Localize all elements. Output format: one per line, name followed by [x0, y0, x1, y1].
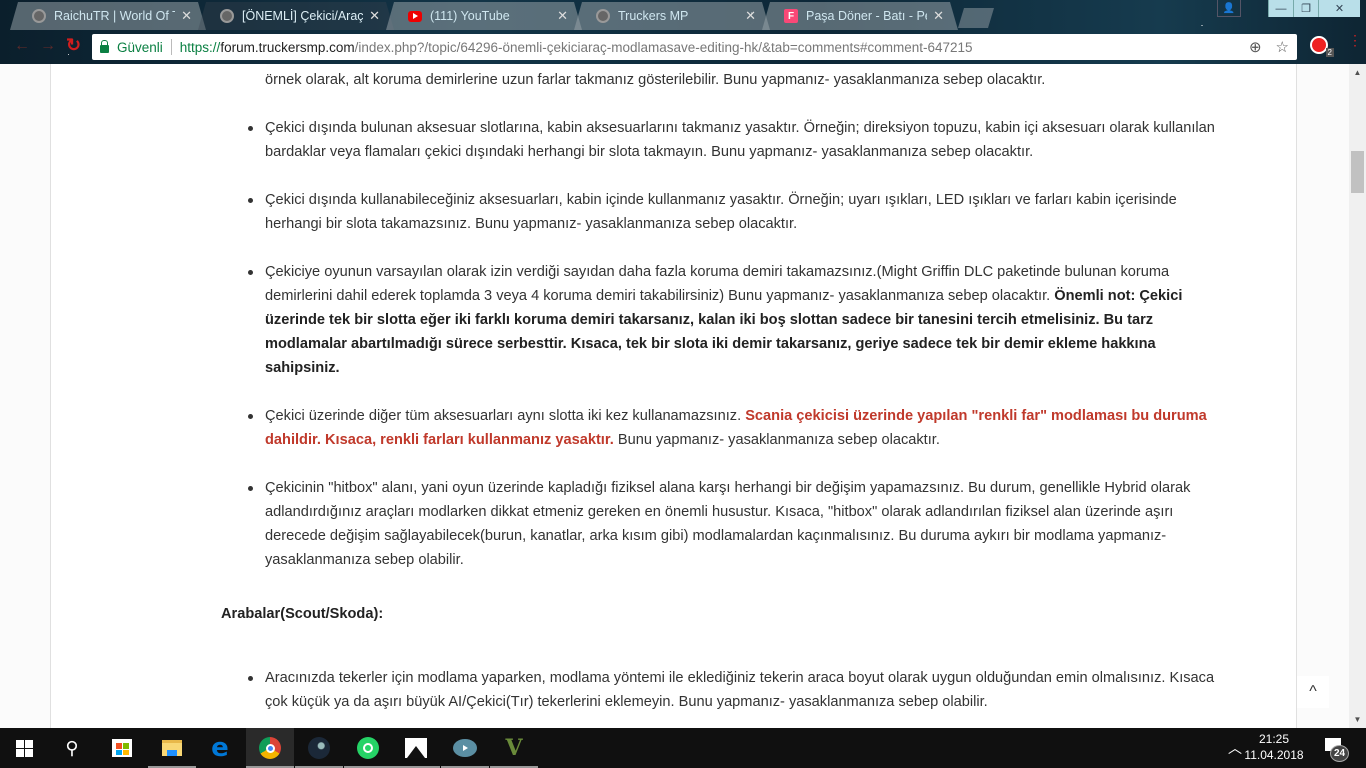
extension-badge: 2: [1325, 48, 1334, 57]
taskbar-whatsapp[interactable]: [344, 728, 392, 768]
taskbar-photos[interactable]: [392, 728, 440, 768]
taskbar-steam[interactable]: [295, 728, 343, 768]
tab-title: RaichuTR | World Of Truc: [54, 9, 169, 23]
tab-truckers-mp[interactable]: Truckers MP ✕: [574, 2, 770, 30]
url-host: forum.truckersmp.com: [220, 39, 355, 55]
gta-v-icon: V: [505, 735, 523, 761]
partial-text: örnek olarak, alt koruma demirlerine uzu…: [265, 72, 1046, 88]
close-icon[interactable]: ✕: [557, 8, 568, 24]
close-icon[interactable]: ✕: [745, 8, 756, 24]
rule-list-item: Çekici üzerinde diğer tüm aksesuarları a…: [221, 404, 1231, 452]
taskbar-chrome[interactable]: [246, 728, 294, 768]
photos-icon: [405, 738, 427, 758]
close-icon[interactable]: ✕: [933, 8, 944, 24]
steam-icon: [308, 737, 330, 759]
forum-post-content: örnek olarak, alt koruma demirlerine uzu…: [221, 64, 1231, 728]
url-separator: [170, 39, 172, 55]
close-icon[interactable]: ✕: [369, 8, 380, 24]
gear-icon: [220, 9, 234, 23]
clock-date: 11.04.2018: [1244, 748, 1304, 762]
url-path: /index.php?/topic/64296-önemli-çekiciara…: [354, 39, 973, 55]
scroll-down-arrow-icon[interactable]: ▼: [1349, 711, 1366, 728]
close-window-button[interactable]: ✕: [1318, 0, 1360, 17]
scroll-up-arrow-icon[interactable]: ▲: [1349, 64, 1366, 81]
forward-arrow-icon[interactable]: →: [40, 37, 56, 55]
taskbar-file-explorer[interactable]: [148, 728, 196, 768]
tab-onemli-cekici[interactable]: [ÖNEMLİ] Çekici/Araç Mo ✕: [198, 2, 394, 30]
tab-pasa-doner[interactable]: F Paşa Döner - Batı - Pend ✕: [762, 2, 958, 30]
rule-list-item: Çekici dışında bulunan aksesuar slotları…: [221, 116, 1231, 164]
rule-text: Çekiciye oyunun varsayılan olarak izin v…: [265, 264, 1170, 304]
gear-icon: [32, 9, 46, 23]
rules-list: Çekici dışında bulunan aksesuar slotları…: [221, 116, 1231, 572]
zoom-icon[interactable]: ⊕: [1249, 38, 1262, 56]
rule-text: Çekici üzerinde diğer tüm aksesuarları a…: [265, 408, 746, 424]
taskbar-gta-v[interactable]: V: [490, 728, 538, 768]
page-viewport: örnek olarak, alt koruma demirlerine uzu…: [0, 64, 1349, 728]
edge-icon: e: [211, 733, 229, 763]
taskbar-store[interactable]: [98, 728, 146, 768]
rule-text: Bunu yapmanız- yasaklanmanıza sebep olac…: [613, 432, 940, 448]
back-arrow-icon[interactable]: ←: [14, 37, 30, 55]
secure-label: Güvenli: [117, 39, 163, 55]
youtube-icon: [408, 11, 422, 22]
tab-title: Truckers MP: [618, 9, 689, 23]
windows-taskbar: ⚲ e V ︿ 21:25 11.04.2018 24: [0, 728, 1366, 768]
rule-list-item: Aracınızda tekerler için modlama yaparke…: [221, 666, 1231, 714]
address-bar[interactable]: Güvenli https://forum.truckersmp.com/ind…: [92, 34, 1297, 60]
minimize-button[interactable]: —: [1268, 0, 1293, 17]
chrome-icon: [259, 737, 281, 759]
reload-icon[interactable]: ↻: [66, 35, 81, 56]
rule-text: Çekici dışında kullanabileceğiniz aksesu…: [265, 192, 1177, 232]
file-explorer-icon: [162, 740, 182, 756]
tray-overflow-chevron-icon[interactable]: ︿: [1228, 738, 1242, 758]
tab-title: Paşa Döner - Batı - Pend: [806, 9, 925, 23]
system-clock[interactable]: 21:25 11.04.2018: [1244, 731, 1304, 763]
notification-count-badge: 24: [1330, 745, 1349, 762]
profile-icon[interactable]: 👤: [1217, 0, 1241, 17]
browser-menu-icon[interactable]: ⋮: [1348, 33, 1362, 47]
cars-rules-list: Aracınızda tekerler için modlama yaparke…: [221, 666, 1231, 714]
foursquare-icon: F: [784, 9, 798, 23]
page-scrollbar[interactable]: ▲ ▼: [1349, 64, 1366, 728]
tab-title: (111) YouTube: [430, 9, 510, 23]
browser-chrome: RaichuTR | World Of Truc ✕ [ÖNEMLİ] Çeki…: [0, 0, 1366, 64]
close-icon[interactable]: ✕: [181, 8, 192, 24]
taskbar-chat[interactable]: [441, 728, 489, 768]
navigation-bar: ← → ↻ Güvenli https://forum.truckersmp.c…: [0, 33, 1366, 61]
bookmark-star-icon[interactable]: ☆: [1276, 38, 1289, 56]
new-tab-button[interactable]: [958, 8, 994, 28]
rule-text: Çekici dışında bulunan aksesuar slotları…: [265, 120, 1215, 160]
lock-icon: [100, 40, 109, 53]
section-heading: Arabalar(Scout/Skoda):: [221, 606, 384, 622]
rule-text: Çekicinin "hitbox" alanı, yani oyun üzer…: [265, 480, 1191, 568]
store-icon: [112, 739, 132, 757]
tab-title: [ÖNEMLİ] Çekici/Araç Mo: [242, 9, 364, 23]
restore-button[interactable]: ❐: [1293, 0, 1318, 17]
url-scheme: https://: [179, 39, 221, 55]
rule-list-item: Çekicinin "hitbox" alanı, yani oyun üzer…: [221, 476, 1231, 572]
scroll-to-top-button[interactable]: ^: [1297, 676, 1329, 708]
rule-text: Aracınızda tekerler için modlama yaparke…: [265, 670, 1215, 710]
tab-youtube[interactable]: (111) YouTube ✕: [386, 2, 582, 30]
search-button[interactable]: ⚲: [48, 728, 96, 768]
gear-icon: [596, 9, 610, 23]
rule-list-item: Çekiciye oyunun varsayılan olarak izin v…: [221, 260, 1231, 380]
tab-strip: RaichuTR | World Of Truc ✕ [ÖNEMLİ] Çeki…: [10, 2, 994, 30]
whatsapp-icon: [357, 737, 379, 759]
window-controls: — ❐ ✕: [1268, 0, 1360, 17]
rule-list-item: Çekici dışında kullanabileceğiniz aksesu…: [221, 188, 1231, 236]
chat-bubble-icon: [453, 739, 477, 757]
tab-raichutr[interactable]: RaichuTR | World Of Truc ✕: [10, 2, 206, 30]
scrollbar-thumb[interactable]: [1351, 151, 1364, 193]
taskbar-edge[interactable]: e: [196, 728, 244, 768]
search-icon: ⚲: [65, 737, 79, 758]
clock-time: 21:25: [1258, 732, 1290, 746]
windows-logo-icon: [15, 739, 33, 757]
start-button[interactable]: [0, 728, 48, 768]
address-bar-actions: ⊕ ☆: [1249, 38, 1289, 56]
